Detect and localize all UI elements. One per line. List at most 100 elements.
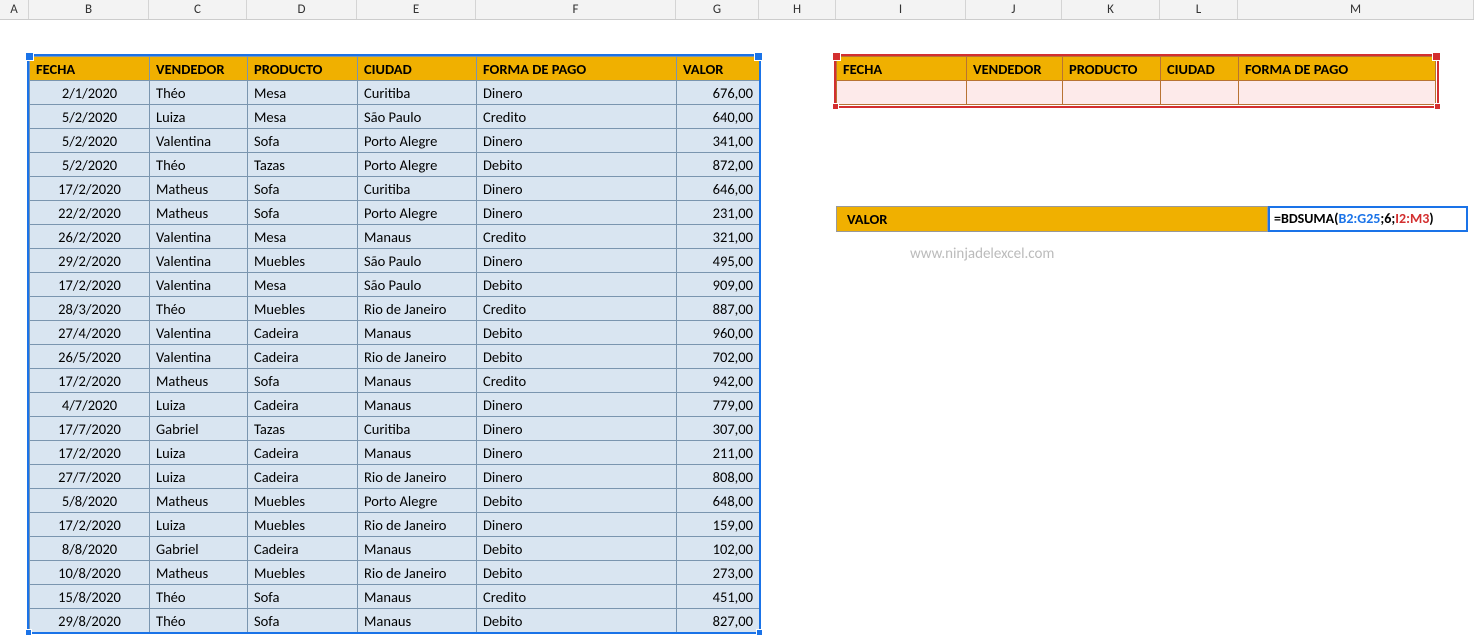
column-header-E[interactable]: E <box>357 0 476 19</box>
cell-valor[interactable]: 648,00 <box>677 489 760 513</box>
table-row[interactable]: 27/7/2020LuizaCadeiraRio de JaneiroDiner… <box>30 465 760 489</box>
cell-valor[interactable]: 159,00 <box>677 513 760 537</box>
cell-valor[interactable]: 808,00 <box>677 465 760 489</box>
cell-forma[interactable]: Dinero <box>477 129 677 153</box>
cell-ciudad[interactable]: Porto Alegre <box>358 129 477 153</box>
cell-vendedor[interactable]: Matheus <box>150 201 248 225</box>
cell-forma[interactable]: Dinero <box>477 201 677 225</box>
table-row[interactable]: 4/7/2020LuizaCadeiraManausDinero779,00 <box>30 393 760 417</box>
cell-forma[interactable]: Dinero <box>477 417 677 441</box>
cell-fecha[interactable]: 29/8/2020 <box>30 609 150 633</box>
cell-valor[interactable]: 702,00 <box>677 345 760 369</box>
cell-forma[interactable]: Debito <box>477 345 677 369</box>
cell-fecha[interactable]: 5/2/2020 <box>30 105 150 129</box>
cell-ciudad[interactable]: São Paulo <box>358 249 477 273</box>
cell-valor[interactable]: 827,00 <box>677 609 760 633</box>
column-header-I[interactable]: I <box>836 0 966 19</box>
column-header-G[interactable]: G <box>676 0 759 19</box>
cell-valor[interactable]: 341,00 <box>677 129 760 153</box>
cell-vendedor[interactable]: Luiza <box>150 393 248 417</box>
cell-producto[interactable]: Cadeira <box>248 441 358 465</box>
cell-producto[interactable]: Cadeira <box>248 321 358 345</box>
cell-fecha[interactable]: 4/7/2020 <box>30 393 150 417</box>
cell-ciudad[interactable]: Curitiba <box>358 81 477 105</box>
header-valor[interactable]: VALOR <box>677 57 760 81</box>
cell-ciudad[interactable]: Rio de Janeiro <box>358 465 477 489</box>
cell-producto[interactable]: Cadeira <box>248 345 358 369</box>
cell-fecha[interactable]: 5/2/2020 <box>30 153 150 177</box>
crit-header-fecha[interactable]: FECHA <box>837 57 967 81</box>
cell-fecha[interactable]: 17/2/2020 <box>30 369 150 393</box>
table-row[interactable]: 15/8/2020ThéoSofaManausCredito451,00 <box>30 585 760 609</box>
cell-producto[interactable]: Tazas <box>248 417 358 441</box>
crit-cell-fecha[interactable] <box>837 81 967 105</box>
cell-producto[interactable]: Muebles <box>248 513 358 537</box>
cell-producto[interactable]: Sofa <box>248 201 358 225</box>
table-row[interactable]: 17/2/2020LuizaCadeiraManausDinero211,00 <box>30 441 760 465</box>
cell-producto[interactable]: Mesa <box>248 81 358 105</box>
cell-fecha[interactable]: 27/4/2020 <box>30 321 150 345</box>
cell-fecha[interactable]: 5/2/2020 <box>30 129 150 153</box>
cell-producto[interactable]: Cadeira <box>248 393 358 417</box>
cell-vendedor[interactable]: Matheus <box>150 369 248 393</box>
column-header-K[interactable]: K <box>1062 0 1160 19</box>
cell-vendedor[interactable]: Matheus <box>150 489 248 513</box>
cell-vendedor[interactable]: Luiza <box>150 513 248 537</box>
cell-vendedor[interactable]: Valentina <box>150 249 248 273</box>
cell-producto[interactable]: Muebles <box>248 489 358 513</box>
cell-ciudad[interactable]: Rio de Janeiro <box>358 345 477 369</box>
cell-valor[interactable]: 321,00 <box>677 225 760 249</box>
cell-vendedor[interactable]: Valentina <box>150 225 248 249</box>
table-row[interactable]: 29/2/2020ValentinaMueblesSão PauloDinero… <box>30 249 760 273</box>
column-header-C[interactable]: C <box>149 0 247 19</box>
cell-valor[interactable]: 273,00 <box>677 561 760 585</box>
cell-vendedor[interactable]: Théo <box>150 153 248 177</box>
cell-ciudad[interactable]: Rio de Janeiro <box>358 513 477 537</box>
cell-forma[interactable]: Dinero <box>477 177 677 201</box>
cell-fecha[interactable]: 5/8/2020 <box>30 489 150 513</box>
cell-producto[interactable]: Muebles <box>248 561 358 585</box>
cell-ciudad[interactable]: Manaus <box>358 585 477 609</box>
cell-vendedor[interactable]: Théo <box>150 297 248 321</box>
cell-vendedor[interactable]: Gabriel <box>150 537 248 561</box>
crit-cell-ciudad[interactable] <box>1161 81 1239 105</box>
cell-valor[interactable]: 872,00 <box>677 153 760 177</box>
table-row[interactable]: 5/8/2020MatheusMueblesPorto AlegreDebito… <box>30 489 760 513</box>
table-row[interactable]: 29/8/2020ThéoSofaManausDebito827,00 <box>30 609 760 633</box>
cell-producto[interactable]: Muebles <box>248 249 358 273</box>
cell-fecha[interactable]: 22/2/2020 <box>30 201 150 225</box>
cell-fecha[interactable]: 26/5/2020 <box>30 345 150 369</box>
cell-ciudad[interactable]: Porto Alegre <box>358 489 477 513</box>
header-producto[interactable]: PRODUCTO <box>248 57 358 81</box>
crit-header-forma[interactable]: FORMA DE PAGO <box>1239 57 1436 81</box>
cell-forma[interactable]: Dinero <box>477 441 677 465</box>
cell-forma[interactable]: Debito <box>477 153 677 177</box>
cell-valor[interactable]: 102,00 <box>677 537 760 561</box>
cell-vendedor[interactable]: Gabriel <box>150 417 248 441</box>
valor-label-cell[interactable]: VALOR <box>836 206 1268 232</box>
cell-producto[interactable]: Mesa <box>248 225 358 249</box>
column-header-A[interactable]: A <box>0 0 29 19</box>
cell-ciudad[interactable]: Manaus <box>358 321 477 345</box>
cell-fecha[interactable]: 17/2/2020 <box>30 273 150 297</box>
cell-producto[interactable]: Sofa <box>248 369 358 393</box>
cell-producto[interactable]: Muebles <box>248 297 358 321</box>
cell-fecha[interactable]: 26/2/2020 <box>30 225 150 249</box>
cell-producto[interactable]: Tazas <box>248 153 358 177</box>
cell-vendedor[interactable]: Valentina <box>150 321 248 345</box>
cell-valor[interactable]: 451,00 <box>677 585 760 609</box>
header-vendedor[interactable]: VENDEDOR <box>150 57 248 81</box>
cell-ciudad[interactable]: Manaus <box>358 393 477 417</box>
cell-forma[interactable]: Debito <box>477 561 677 585</box>
cell-forma[interactable]: Credito <box>477 105 677 129</box>
criteria-table[interactable]: FECHA VENDEDOR PRODUCTO CIUDAD FORMA DE … <box>836 56 1436 105</box>
column-header-F[interactable]: F <box>476 0 676 19</box>
crit-cell-producto[interactable] <box>1063 81 1161 105</box>
cell-valor[interactable]: 779,00 <box>677 393 760 417</box>
cell-valor[interactable]: 495,00 <box>677 249 760 273</box>
table-row[interactable]: 5/2/2020ThéoTazasPorto AlegreDebito872,0… <box>30 153 760 177</box>
cell-producto[interactable]: Cadeira <box>248 465 358 489</box>
cell-forma[interactable]: Dinero <box>477 465 677 489</box>
cell-ciudad[interactable]: Curitiba <box>358 417 477 441</box>
table-row[interactable]: 10/8/2020MatheusMueblesRio de JaneiroDeb… <box>30 561 760 585</box>
